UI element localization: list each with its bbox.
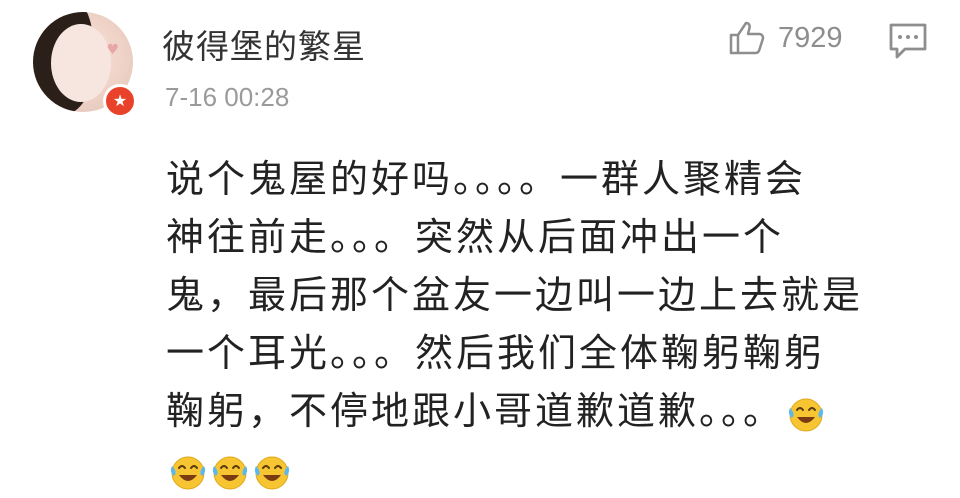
laughing-crying-emoji-icon <box>208 447 250 491</box>
like-count: 7929 <box>778 21 843 54</box>
comment-body: 说个鬼屋的好吗。。。。一群人聚精会 神往前走。。。突然从后面冲出一个 鬼，最后那… <box>166 150 906 498</box>
username[interactable]: 彼得堡的繁星 <box>162 20 366 68</box>
comment-line: 说个鬼屋的好吗。。。。一群人聚精会 <box>166 157 807 201</box>
laughing-crying-emoji-icon <box>250 447 292 491</box>
emoji-line <box>166 440 906 498</box>
comment-line: 神往前走。。。突然从后面冲出一个 <box>166 215 785 259</box>
star-badge-icon: ★ <box>103 84 137 118</box>
laughing-crying-emoji-icon <box>166 447 208 491</box>
heart-icon: ♥ <box>106 42 119 58</box>
comment-icon[interactable] <box>888 22 928 60</box>
comment-line-text: 鞠躬，不停地跟小哥道歉道歉。。。 <box>166 389 785 433</box>
thumbs-up-icon <box>729 21 765 55</box>
laughing-crying-emoji-icon <box>784 389 826 433</box>
like-button[interactable]: 7929 <box>728 20 843 56</box>
comment-line: 鞠躬，不停地跟小哥道歉道歉。。。 <box>166 382 906 440</box>
comment-line: 鬼，最后那个盆友一边叫一边上去就是 <box>166 273 864 317</box>
post-time: 7-16 00:28 <box>165 82 290 112</box>
comment-line: 一个耳光。。。然后我们全体鞠躬鞠躬 <box>166 331 826 375</box>
avatar-face <box>51 24 111 102</box>
